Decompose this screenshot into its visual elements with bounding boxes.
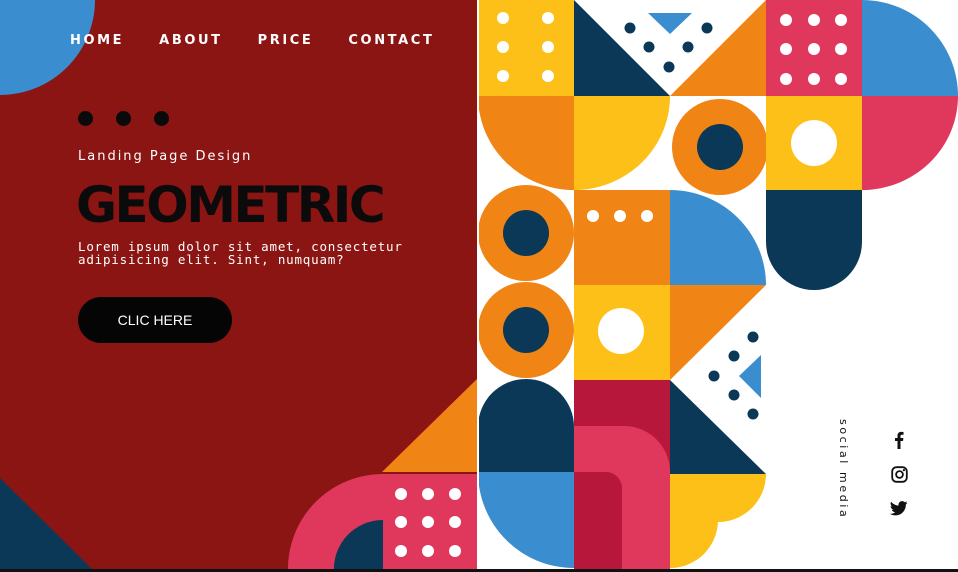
nav-home-link[interactable]: HOME <box>70 33 124 48</box>
white-circle <box>791 120 837 166</box>
social-media-label: social media <box>823 419 863 519</box>
blue-quarter-shape <box>670 190 766 285</box>
yellow-quarter-shape <box>670 474 766 522</box>
hero-title: GEOMETRIC <box>76 176 386 234</box>
navy-half-circle <box>478 379 574 472</box>
navy-ring-center <box>503 210 549 256</box>
decorative-dots <box>78 111 169 126</box>
landing-page: HOME ABOUT PRICE CONTACT Landing Page De… <box>0 0 958 572</box>
yellow-quarter-shape <box>670 520 718 568</box>
white-circle <box>598 308 644 354</box>
orange-quarter-shape <box>478 96 574 190</box>
facebook-icon[interactable] <box>886 429 912 451</box>
nav-about-link[interactable]: ABOUT <box>159 33 222 48</box>
hero-kicker: Landing Page Design <box>78 149 253 164</box>
cta-button[interactable]: CLIC HERE <box>78 297 232 343</box>
yellow-dot-tile <box>478 0 574 96</box>
pink-quarter-shape <box>862 96 958 190</box>
main-nav: HOME ABOUT PRICE CONTACT <box>70 33 434 48</box>
yellow-quarter-shape <box>574 96 670 190</box>
orange-dot-tile <box>574 190 670 285</box>
navy-triangle <box>670 380 766 474</box>
geometric-artwork <box>0 0 958 572</box>
dot <box>116 111 131 126</box>
hero-description: Lorem ipsum dolor sit amet, consectetur … <box>78 239 403 267</box>
blue-triangle <box>648 13 692 34</box>
blue-quarter-shape <box>862 0 958 96</box>
dot <box>154 111 169 126</box>
twitter-icon[interactable] <box>886 497 912 519</box>
blue-triangle <box>739 355 761 398</box>
nav-price-link[interactable]: PRICE <box>258 33 314 48</box>
navy-ring-center <box>697 124 743 170</box>
tile-dots <box>587 210 653 222</box>
blue-quarter-shape <box>478 472 574 568</box>
nav-contact-link[interactable]: CONTACT <box>348 33 434 48</box>
dot <box>78 111 93 126</box>
instagram-icon[interactable] <box>886 463 912 485</box>
social-media-text: social media <box>837 419 850 520</box>
navy-half-circle <box>766 190 862 290</box>
tile-dots <box>395 488 461 557</box>
navy-ring-center <box>503 307 549 353</box>
